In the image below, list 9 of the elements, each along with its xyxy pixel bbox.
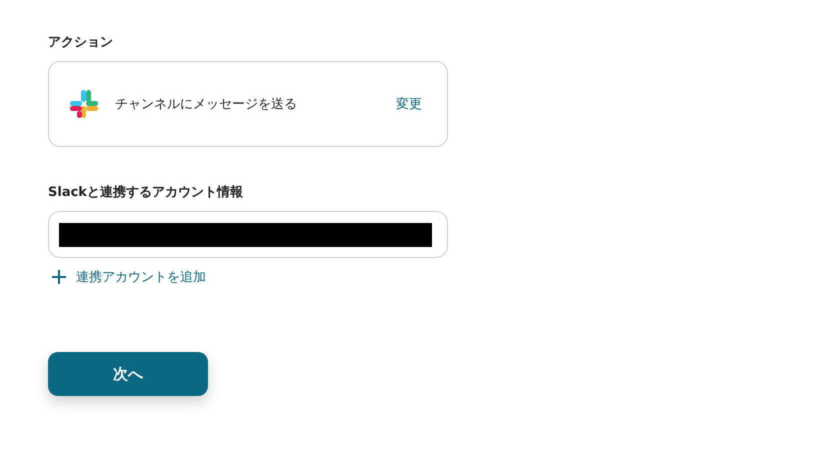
section-label: アクション bbox=[48, 34, 114, 51]
logo-icon bbox=[69, 89, 99, 119]
action-name: チャンネルにメッセージを送る bbox=[115, 96, 298, 113]
section-label: Slackと連携するアカウント情報 bbox=[48, 184, 244, 201]
change-link[interactable]: 変更 bbox=[396, 95, 422, 113]
next-button[interactable]: 次へ bbox=[48, 352, 208, 396]
add-account-link[interactable]: 連携アカウントを追加 bbox=[48, 268, 448, 286]
account-field[interactable] bbox=[48, 211, 448, 258]
plus-icon bbox=[52, 270, 66, 284]
